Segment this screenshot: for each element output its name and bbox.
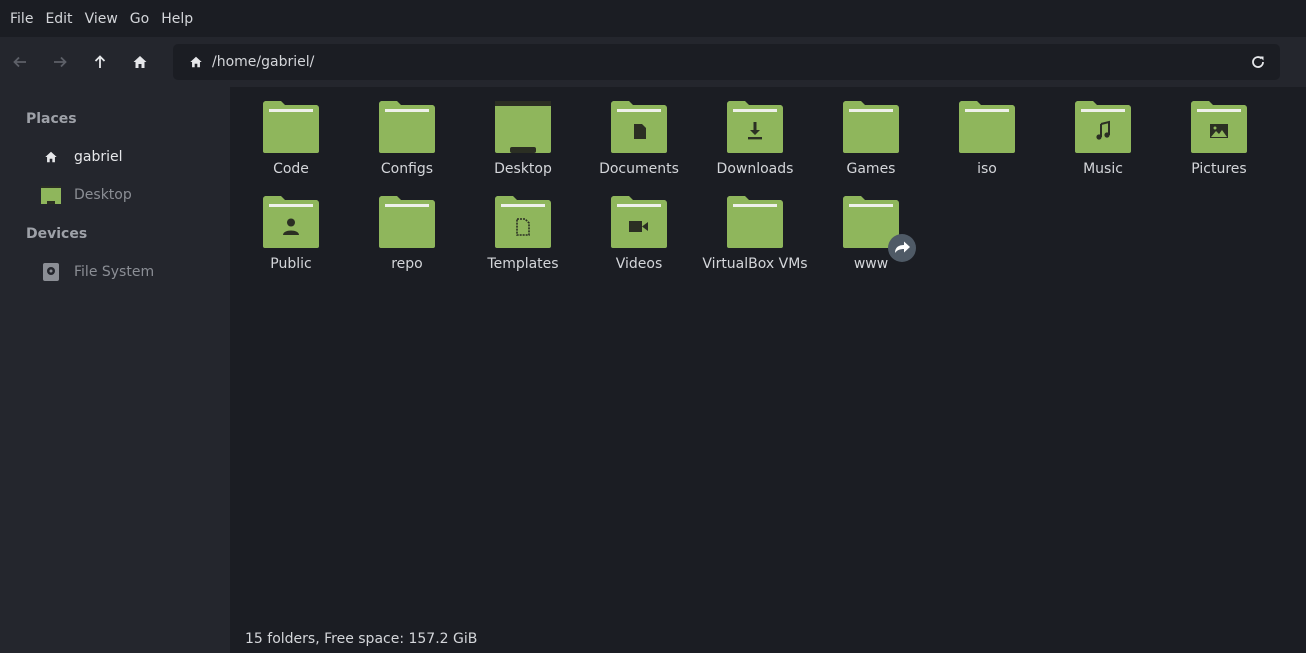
menu-file[interactable]: File — [4, 0, 39, 37]
menu-go[interactable]: Go — [124, 0, 155, 37]
menu-help[interactable]: Help — [155, 0, 199, 37]
sidebar-item-desktop[interactable]: Desktop — [40, 180, 220, 210]
back-button[interactable] — [0, 37, 40, 87]
menu-edit[interactable]: Edit — [39, 0, 78, 37]
folder-item[interactable]: Documents — [581, 87, 697, 182]
folder-name: Documents — [599, 161, 679, 177]
folder-item[interactable]: www — [813, 182, 929, 277]
folder-icon — [843, 101, 899, 153]
folder-icon — [379, 196, 435, 248]
folder-item[interactable]: Public — [233, 182, 349, 277]
arrow-right-icon — [54, 56, 67, 68]
sidebar-item-label: gabriel — [74, 149, 123, 165]
home-icon — [190, 56, 202, 68]
folder-item[interactable]: Configs — [349, 87, 465, 182]
toolbar: /home/gabriel/ — [0, 37, 1306, 87]
status-bar: 15 folders, Free space: 157.2 GiB — [245, 631, 478, 647]
folder-name: www — [853, 256, 889, 272]
folder-name: Pictures — [1191, 161, 1247, 177]
up-button[interactable] — [80, 37, 120, 87]
desktop-icon — [40, 186, 62, 204]
folder-item[interactable]: Games — [813, 87, 929, 182]
folder-icon — [379, 101, 435, 153]
folder-name: VirtualBox VMs — [702, 256, 808, 272]
sidebar-item-label: File System — [74, 264, 155, 280]
folder-name: iso — [977, 161, 997, 177]
arrow-up-icon — [94, 55, 106, 68]
folder-name: Desktop — [494, 161, 552, 177]
folder-item[interactable]: Templates — [465, 182, 581, 277]
sidebar-item-label: Desktop — [74, 187, 132, 203]
location-bar[interactable]: /home/gabriel/ — [173, 44, 1280, 80]
folder-videos-icon — [611, 196, 667, 248]
folder-documents-icon — [611, 101, 667, 153]
sidebar-item-file-system[interactable]: File System — [40, 257, 220, 287]
file-view[interactable]: Code Configs Desktop Documents Downloads Game… — [230, 87, 1306, 653]
folder-icon — [727, 196, 783, 248]
folder-name: repo — [391, 256, 423, 272]
forward-button[interactable] — [40, 37, 80, 87]
drive-icon — [40, 263, 62, 281]
folder-name: Public — [270, 256, 312, 272]
sidebar: Places gabriel Desktop Devices File Syst… — [0, 87, 230, 653]
folder-item[interactable]: Videos — [581, 182, 697, 277]
folder-desktop-icon — [495, 101, 551, 153]
folder-name: Downloads — [716, 161, 794, 177]
menu-view[interactable]: View — [79, 0, 124, 37]
folder-item[interactable]: Code — [233, 87, 349, 182]
sidebar-item-gabriel[interactable]: gabriel — [40, 142, 220, 172]
folder-download-icon — [727, 101, 783, 153]
folder-item[interactable]: iso — [929, 87, 1045, 182]
menu-bar: File Edit View Go Help — [0, 0, 1306, 37]
folder-pictures-icon — [1191, 101, 1247, 153]
folder-public-icon — [263, 196, 319, 248]
folder-templates-icon — [495, 196, 551, 248]
folder-item[interactable]: Music — [1045, 87, 1161, 182]
location-path[interactable]: /home/gabriel/ — [212, 54, 314, 70]
folder-icon — [263, 101, 319, 153]
folder-item[interactable]: Pictures — [1161, 87, 1277, 182]
folder-music-icon — [1075, 101, 1131, 153]
folder-item[interactable]: Desktop — [465, 87, 581, 182]
folder-name: Videos — [615, 256, 663, 272]
home-icon — [133, 56, 147, 68]
reload-icon[interactable] — [1250, 54, 1266, 70]
folder-name: Games — [846, 161, 896, 177]
places-heading: Places — [26, 111, 77, 127]
folder-icon — [959, 101, 1015, 153]
folder-name: Configs — [380, 161, 434, 177]
home-button[interactable] — [120, 37, 160, 87]
folder-item[interactable]: Downloads — [697, 87, 813, 182]
folder-name: Code — [273, 161, 309, 177]
home-icon — [40, 148, 62, 166]
folder-item[interactable]: VirtualBox VMs — [697, 182, 813, 277]
arrow-left-icon — [13, 56, 26, 68]
folder-name: Music — [1083, 161, 1123, 177]
folder-name: Templates — [487, 256, 559, 272]
folder-item[interactable]: repo — [349, 182, 465, 277]
devices-heading: Devices — [26, 226, 88, 242]
